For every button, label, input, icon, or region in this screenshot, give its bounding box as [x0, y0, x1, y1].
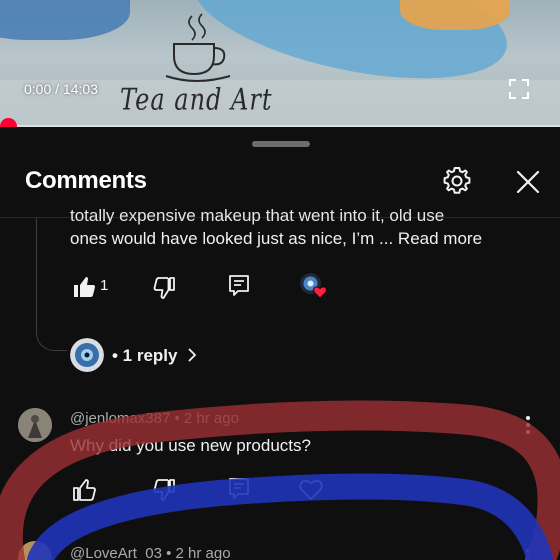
avatar[interactable]: [18, 541, 52, 560]
seek-bar[interactable]: [0, 125, 560, 127]
reply-text-cutoff: totally expensive makeup that went into …: [70, 206, 445, 225]
comment-meta: @jenlomax387 • 2 hr ago: [70, 410, 239, 427]
heart-outline-icon[interactable]: [299, 478, 323, 502]
teacup-logo-icon: [165, 13, 231, 82]
fullscreen-icon[interactable]: [509, 79, 529, 99]
heart-icon: [313, 286, 327, 299]
comment-author[interactable]: @LoveArt_03: [70, 545, 162, 560]
comment-text: Why did you use new products?: [70, 436, 311, 455]
channel-watermark: Tea and Art: [120, 82, 273, 117]
replier-avatar: [70, 338, 104, 372]
reply-icon[interactable]: [227, 274, 251, 298]
video-frame-shape: [400, 0, 510, 30]
comment-meta: @LoveArt_03 • 2 hr ago: [70, 545, 231, 560]
dislike-icon[interactable]: [153, 478, 177, 502]
comment-time: • 2 hr ago: [174, 410, 239, 427]
drag-handle[interactable]: [252, 141, 310, 147]
read-more-link[interactable]: Read more: [398, 229, 482, 248]
like-icon[interactable]: [72, 478, 96, 502]
comments-sheet: Comments totally expensive makeup that w…: [0, 128, 560, 560]
more-options-icon[interactable]: [518, 414, 538, 436]
more-options-icon[interactable]: [518, 547, 538, 560]
dislike-icon[interactable]: [153, 276, 177, 300]
video-frame-shape: [0, 0, 130, 40]
avatar[interactable]: [18, 408, 52, 442]
thread-connector: [36, 218, 67, 351]
like-count: 1: [100, 277, 109, 294]
close-icon[interactable]: [515, 169, 541, 195]
avatar-image: [18, 408, 52, 442]
reply-icon[interactable]: [227, 477, 251, 501]
comment-time: • 2 hr ago: [166, 545, 231, 560]
reply-text: ones would have looked just as nice, I’m…: [70, 229, 482, 249]
video-player[interactable]: Tea and Art 0:00 / 14:03: [0, 0, 560, 127]
comment-author[interactable]: @jenlomax387: [70, 410, 170, 427]
reply-body: ones would have looked just as nice, I’m…: [70, 229, 394, 248]
like-filled-icon[interactable]: [72, 275, 96, 299]
chevron-right-icon: [188, 348, 197, 362]
comments-title: Comments: [25, 167, 147, 194]
comment-item: @jenlomax387 • 2 hr ago Why did you use …: [0, 398, 560, 508]
creator-heart: [300, 273, 327, 299]
video-time: 0:00 / 14:03: [24, 81, 98, 97]
gear-icon[interactable]: [441, 165, 473, 197]
replies-count: • 1 reply: [112, 346, 178, 365]
